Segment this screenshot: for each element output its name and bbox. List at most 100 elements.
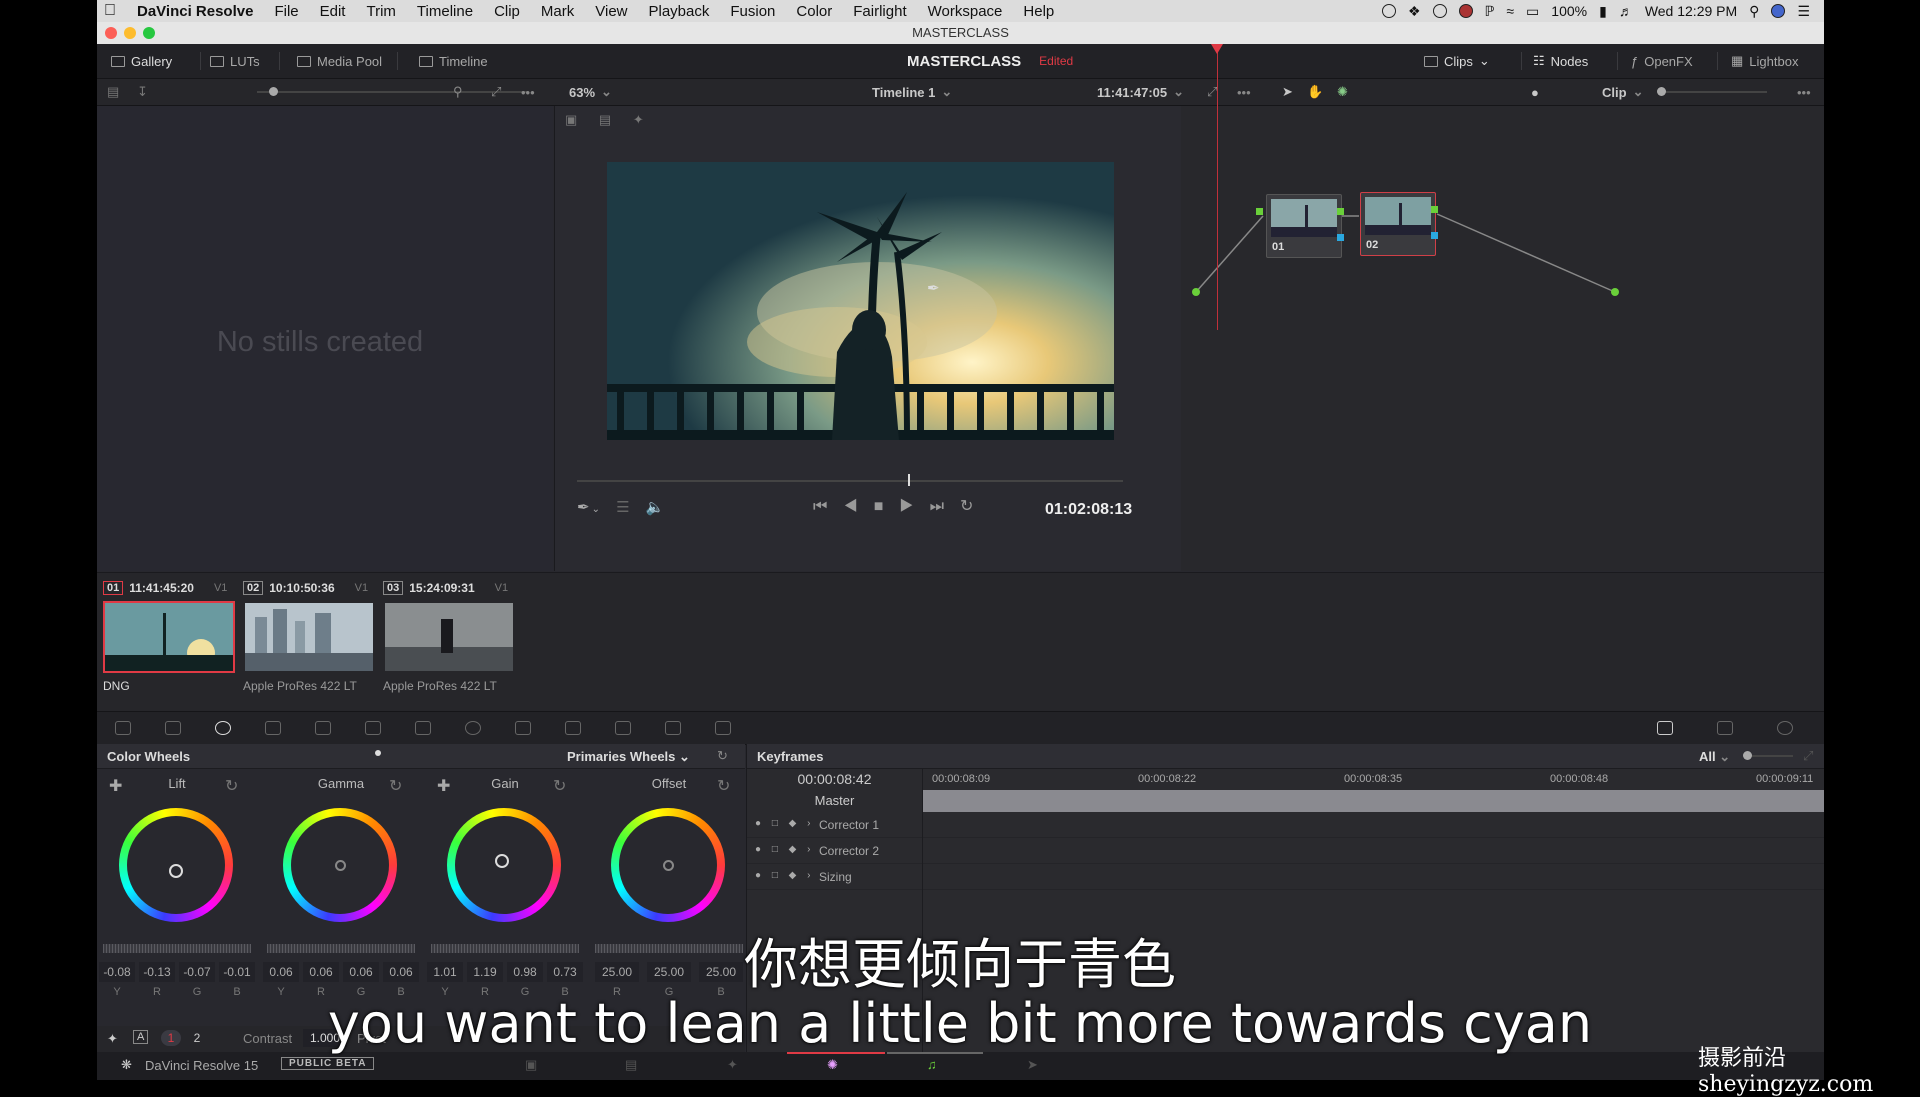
more-options-icon[interactable]: •••	[521, 79, 535, 105]
reset-icon[interactable]: ↻	[225, 776, 238, 796]
more-options-icon[interactable]: •••	[1237, 79, 1251, 105]
track-controls[interactable]: ● □ ◆ ›	[755, 818, 814, 829]
node-key-port[interactable]	[1337, 234, 1344, 241]
node-output-port[interactable]	[1337, 208, 1344, 215]
node-02[interactable]: 02	[1360, 192, 1436, 256]
layers-icon[interactable]: ☰	[616, 499, 629, 516]
qualifier-icon[interactable]	[415, 721, 431, 735]
menu-workspace[interactable]: Workspace	[928, 3, 1003, 20]
color-wheels-icon[interactable]	[215, 721, 231, 735]
viewer-scrubber[interactable]	[577, 480, 1123, 482]
window-icon[interactable]	[465, 721, 481, 735]
page-dot[interactable]	[375, 750, 381, 756]
play-icon[interactable]: ▶	[899, 498, 929, 515]
menu-mark[interactable]: Mark	[541, 3, 574, 20]
apple-icon[interactable]: 	[104, 2, 116, 20]
playhead-marker[interactable]	[1211, 44, 1223, 54]
cloud-icon[interactable]	[1432, 4, 1447, 18]
page-fusion-icon[interactable]: ✦	[727, 1057, 738, 1073]
loop-icon[interactable]: ↻	[960, 498, 989, 515]
grab-still-icon[interactable]: ↧	[137, 79, 148, 105]
clip-03[interactable]: 03 15:24:09:31 V1 Apple ProRes 422 LT	[383, 579, 515, 693]
3d-icon[interactable]	[715, 721, 731, 735]
gallery-button[interactable]: Gallery	[111, 44, 172, 78]
node-dot-icon[interactable]: ●	[1531, 79, 1539, 105]
offset-wheel[interactable]	[611, 808, 725, 922]
expand-icon[interactable]: ⤢	[491, 79, 501, 105]
page-media-icon[interactable]: ▣	[525, 1057, 537, 1073]
scopes-icon[interactable]	[1717, 721, 1733, 735]
node-color-icon[interactable]: ✺	[1337, 79, 1348, 105]
menu-fusion[interactable]: Fusion	[730, 3, 775, 20]
key-icon[interactable]	[615, 721, 631, 735]
minimize-window-button[interactable]	[124, 27, 136, 39]
node-key-port[interactable]	[1431, 232, 1438, 239]
info-icon[interactable]	[1777, 721, 1793, 735]
media-pool-button[interactable]: Media Pool	[297, 44, 382, 78]
fullscreen-icon[interactable]: ⤢	[1207, 79, 1217, 105]
scrubber-playhead[interactable]	[908, 474, 910, 486]
timecode-select[interactable]: 11:41:47:05 ⌄	[1097, 79, 1184, 105]
notification-center-icon[interactable]: ☰	[1797, 3, 1810, 20]
battery-icon[interactable]: ▮	[1599, 3, 1607, 20]
skip-to-start-icon[interactable]: ⏮	[813, 498, 843, 515]
node-01[interactable]: 01	[1266, 194, 1342, 258]
slider-handle[interactable]	[1657, 87, 1666, 96]
menu-trim[interactable]: Trim	[366, 3, 395, 20]
gain-wheel[interactable]	[447, 808, 561, 922]
clips-button[interactable]: Clips ⌄	[1424, 44, 1490, 78]
timeline-select[interactable]: Timeline 1 ⌄	[872, 79, 952, 105]
keyframes-ruler[interactable]: 00:00:08:09 00:00:08:22 00:00:08:35 00:0…	[922, 768, 1824, 791]
skip-to-end-icon[interactable]: ⏭	[930, 498, 960, 515]
zoom-select[interactable]: 63% ⌄	[569, 79, 612, 105]
openfx-button[interactable]: ƒ OpenFX	[1631, 44, 1693, 78]
spotlight-search-icon[interactable]: ⚲	[1749, 3, 1759, 20]
wheels-mode-select[interactable]: Primaries Wheels ⌄	[567, 749, 690, 765]
menu-timeline[interactable]: Timeline	[417, 3, 473, 20]
node-zoom-slider[interactable]	[1657, 87, 1767, 96]
gallery-zoom-slider[interactable]	[257, 87, 527, 96]
keyframe-row-corrector-1[interactable]: ● □ ◆ › Corrector 1	[747, 812, 1824, 838]
bluetooth-icon[interactable]: ℙ	[1485, 3, 1495, 20]
node-output-port[interactable]	[1431, 206, 1438, 213]
page-fairlight-tab[interactable]: ♫	[887, 1052, 983, 1080]
page-deliver-icon[interactable]: ➤	[1027, 1057, 1038, 1073]
search-icon[interactable]: ⚲	[453, 79, 463, 105]
gamma-wheel[interactable]	[283, 808, 397, 922]
rgb-mixer-icon[interactable]	[265, 721, 281, 735]
volume-icon[interactable]: ♬	[1619, 3, 1633, 19]
color-match-icon[interactable]	[165, 721, 181, 735]
menu-color[interactable]: Color	[796, 3, 832, 20]
nodes-button[interactable]: ☷ Nodes	[1533, 44, 1588, 78]
pointer-tool-icon[interactable]: ➤	[1282, 79, 1293, 105]
clip-02[interactable]: 02 10:10:50:36 V1 Apple ProRes 422 LT	[243, 579, 375, 693]
track-controls[interactable]: ● □ ◆ ›	[755, 844, 814, 855]
menu-help[interactable]: Help	[1023, 3, 1054, 20]
eyedropper-icon[interactable]: ✒	[577, 499, 590, 516]
keyframes-playhead[interactable]	[1211, 44, 1223, 330]
reset-icon[interactable]: ↻	[389, 776, 402, 796]
clip-01[interactable]: 01 11:41:45:20 V1 DNG	[103, 579, 235, 693]
menu-edit[interactable]: Edit	[320, 3, 346, 20]
more-options-icon[interactable]: •••	[1797, 79, 1811, 105]
expand-icon[interactable]: ⤢	[1803, 748, 1813, 764]
zoom-window-button[interactable]	[143, 27, 155, 39]
chevron-down-icon[interactable]: ⌄	[592, 504, 600, 515]
record-icon[interactable]	[1381, 4, 1396, 18]
slider-handle[interactable]	[1743, 751, 1752, 760]
track-controls[interactable]: ● □ ◆ ›	[755, 870, 814, 881]
keyframe-row-sizing[interactable]: ● □ ◆ › Sizing	[747, 864, 1824, 890]
menu-app-name[interactable]: DaVinci Resolve	[137, 3, 253, 20]
lift-wheel[interactable]	[119, 808, 233, 922]
node-input-port[interactable]	[1256, 208, 1263, 215]
lightbox-button[interactable]: ▦ Lightbox	[1731, 44, 1798, 78]
menu-view[interactable]: View	[595, 3, 627, 20]
reset-icon[interactable]: ↻	[717, 748, 728, 764]
reset-icon[interactable]: ↻	[553, 776, 566, 796]
single-view-icon[interactable]: ▣	[565, 112, 577, 127]
luts-button[interactable]: LUTs	[210, 44, 260, 78]
sizing-icon[interactable]	[665, 721, 681, 735]
split-view-icon[interactable]: ▤	[599, 112, 611, 127]
menu-playback[interactable]: Playback	[649, 3, 710, 20]
wheel-handle[interactable]	[335, 860, 346, 871]
